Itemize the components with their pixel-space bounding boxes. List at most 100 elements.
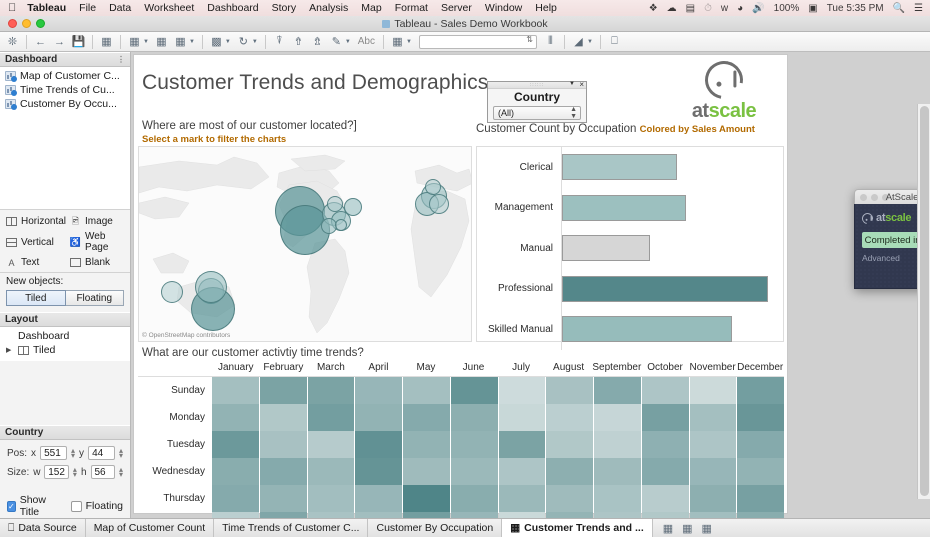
cloud-icon[interactable]: ☁ [667, 3, 677, 14]
pos-x-input[interactable]: 551 [40, 446, 67, 460]
heatmap-cell[interactable] [355, 404, 402, 431]
object-horizontal[interactable]: Horizontal [6, 216, 66, 227]
close-icon[interactable]: × [579, 80, 584, 89]
caret-down-icon[interactable]: ▼ [569, 81, 575, 87]
heatmap-cell[interactable] [355, 485, 402, 512]
refresh-data-button[interactable]: ↻ [235, 33, 252, 50]
menu-item-window[interactable]: Window [485, 2, 522, 14]
chevron-right-icon[interactable]: ▶ [6, 346, 14, 354]
dropbox-sync-icon[interactable]: ❖ [649, 3, 658, 14]
size-h-input[interactable]: 56 [90, 465, 115, 479]
format-button[interactable]: ◢ [570, 33, 587, 50]
heatmap-cell[interactable] [546, 377, 593, 404]
heatmap-cell[interactable] [307, 458, 355, 485]
heatmap-cell[interactable] [450, 458, 498, 485]
heatmap-cell[interactable] [259, 485, 307, 512]
clock[interactable]: Tue 5:35 PM [827, 3, 884, 14]
scrollbar-thumb[interactable] [920, 106, 929, 496]
chevron-down-icon[interactable]: ▼ [587, 39, 593, 45]
heatmap-cell[interactable] [403, 404, 450, 431]
menu-item-server[interactable]: Server [441, 2, 472, 14]
pos-y-input[interactable]: 44 [88, 446, 115, 460]
save-button[interactable]: 💾 [70, 33, 87, 50]
menu-item-data[interactable]: Data [109, 2, 131, 14]
floating-checkbox-group[interactable]: Floating [70, 500, 123, 512]
menu-item-worksheet[interactable]: Worksheet [144, 2, 194, 14]
search-icon[interactable]: 🔍 [893, 3, 905, 14]
layout-tree-root[interactable]: Dashboard [0, 329, 130, 343]
map-mark[interactable] [335, 219, 347, 231]
heatmap-cell[interactable] [641, 431, 689, 458]
map-mark[interactable] [429, 194, 449, 214]
heatmap-cell[interactable] [594, 458, 641, 485]
heatmap-cell[interactable] [689, 377, 737, 404]
chevron-down-icon[interactable]: ▼ [345, 39, 351, 45]
size-w-stepper[interactable]: ▴ ▾ [73, 466, 77, 479]
tab-customer-by-occupation[interactable]: Customer By Occupation [368, 519, 503, 537]
heatmap-cell[interactable] [641, 485, 689, 512]
object-text[interactable]: A Text [6, 257, 66, 268]
tab-data-source[interactable]: ⎕ Data Source [0, 519, 86, 537]
tableau-home-icon[interactable]: ❊ [4, 33, 21, 50]
occupation-bar-chart[interactable]: Clerical Management Manual Professional … [476, 146, 784, 350]
menu-item-analysis[interactable]: Analysis [309, 2, 348, 14]
add-data-source-button[interactable]: ▦ [98, 33, 115, 50]
heatmap-cell[interactable] [450, 485, 498, 512]
new-story-icon[interactable]: ▦ [702, 522, 712, 535]
bar[interactable] [562, 275, 768, 302]
swap-rows-columns-button[interactable]: ▩ [208, 33, 225, 50]
pos-x-stepper[interactable]: ▴ ▾ [71, 447, 75, 460]
notification-center-icon[interactable]: ☰ [914, 3, 923, 14]
pos-y-stepper[interactable]: ▴ ▾ [119, 447, 123, 460]
battery-icon[interactable]: ▤ [686, 3, 695, 14]
map-mark[interactable] [425, 179, 441, 195]
menu-item-map[interactable]: Map [361, 2, 381, 14]
heatmap-cell[interactable] [498, 485, 546, 512]
heatmap-cell[interactable] [450, 431, 498, 458]
heatmap-cell[interactable] [641, 404, 689, 431]
sort-clear-button[interactable]: ⍒ [271, 33, 288, 50]
heatmap-cell[interactable] [737, 404, 784, 431]
heatmap-cell[interactable] [450, 377, 498, 404]
object-vertical[interactable]: Vertical [6, 231, 66, 253]
map-mark[interactable] [344, 198, 362, 216]
sheet-item-map-of-customer-count[interactable]: Map of Customer C... [0, 69, 130, 83]
heatmap-cell[interactable] [689, 404, 737, 431]
heatmap-cell[interactable] [212, 458, 259, 485]
heatmap-cell[interactable] [307, 377, 355, 404]
heatmap-cell[interactable] [594, 404, 641, 431]
menu-item-dashboard[interactable]: Dashboard [207, 2, 258, 14]
time-machine-icon[interactable]: ⏱ [704, 3, 712, 14]
menu-item-file[interactable]: File [79, 2, 96, 14]
heatmap-cell[interactable] [641, 377, 689, 404]
country-filter-card[interactable]: :::::: ▼ × Country (All) ▲ ▼ [487, 80, 587, 123]
bar[interactable] [562, 194, 686, 221]
heatmap-cell[interactable] [594, 431, 641, 458]
chevron-down-icon[interactable]: ▼ [143, 39, 149, 45]
heatmap-cell[interactable] [737, 377, 784, 404]
heatmap-cell[interactable] [403, 431, 450, 458]
show-title-checkbox[interactable]: ✓ [7, 500, 16, 512]
heatmap-cell[interactable] [403, 485, 450, 512]
heatmap-cell[interactable] [737, 431, 784, 458]
layout-tree-child-tiled[interactable]: ▶ Tiled [0, 343, 130, 357]
menu-item-help[interactable]: Help [535, 2, 557, 14]
heatmap-cell[interactable] [594, 485, 641, 512]
tab-time-trends[interactable]: Time Trends of Customer C... [214, 519, 369, 537]
heatmap-cell[interactable] [498, 431, 546, 458]
tab-map-of-customer-count[interactable]: Map of Customer Count [86, 519, 215, 537]
heatmap-cell[interactable] [737, 458, 784, 485]
duplicate-sheet-button[interactable]: ▦ [153, 33, 170, 50]
volume-icon[interactable]: 🔊 [752, 3, 764, 14]
tiled-toggle[interactable]: Tiled [6, 290, 66, 306]
size-w-input[interactable]: 152 [44, 465, 69, 479]
presentation-size-icon[interactable]: ▦ [389, 33, 406, 50]
heatmap-cell[interactable] [212, 404, 259, 431]
heatmap-cell[interactable] [355, 458, 402, 485]
bar-row[interactable]: Manual [477, 228, 783, 269]
floating-toggle[interactable]: Floating [65, 290, 124, 306]
bar[interactable] [562, 154, 677, 181]
heatmap-cell[interactable] [546, 485, 593, 512]
heatmap-cell[interactable] [689, 431, 737, 458]
heatmap-cell[interactable] [594, 377, 641, 404]
